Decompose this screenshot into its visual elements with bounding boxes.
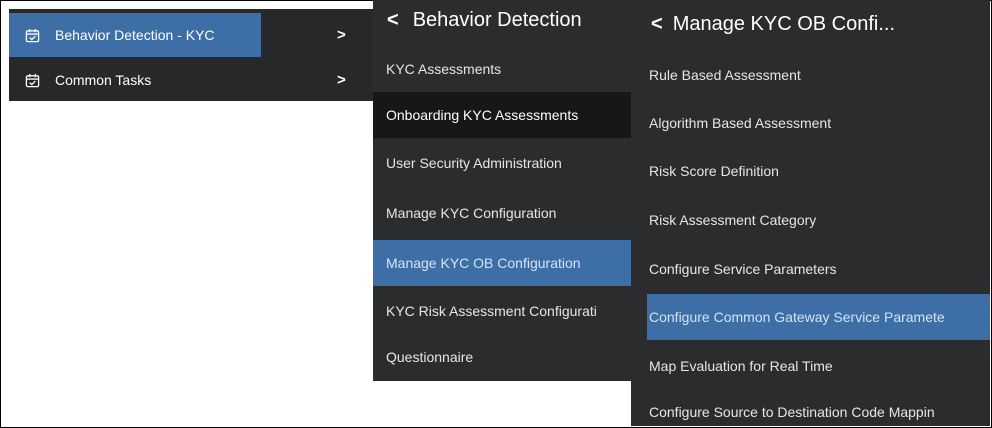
submenu-item-configure-source-to-destination-code-mapping[interactable]: Configure Source to Destination Code Map… bbox=[631, 389, 990, 426]
submenu-item-label: KYC Risk Assessment Configurati bbox=[386, 303, 597, 319]
submenu-item-label: Manage KYC OB Configuration bbox=[386, 255, 581, 271]
submenu-item-label: Configure Source to Destination Code Map… bbox=[649, 404, 935, 420]
calendar-check-icon bbox=[24, 27, 40, 43]
submenu-item-risk-assessment-category[interactable]: Risk Assessment Category bbox=[631, 197, 990, 243]
submenu-item-kyc-risk-assessment-configuration[interactable]: KYC Risk Assessment Configurati bbox=[373, 288, 631, 334]
behavior-detection-submenu: < Behavior Detection KYC Assessments Onb… bbox=[373, 0, 631, 381]
top-level-menu: Behavior Detection - KYC > Common Tasks … bbox=[9, 9, 373, 101]
calendar-check-icon bbox=[24, 72, 40, 88]
submenu-header: < Manage KYC OB Confi... bbox=[631, 0, 990, 48]
submenu-item-kyc-assessments[interactable]: KYC Assessments bbox=[373, 46, 631, 92]
back-chevron-icon[interactable]: < bbox=[651, 13, 663, 36]
submenu-item-algorithm-based-assessment[interactable]: Algorithm Based Assessment bbox=[631, 100, 990, 146]
submenu-item-label: Questionnaire bbox=[386, 349, 474, 365]
submenu-item-label: Manage KYC Configuration bbox=[386, 205, 557, 221]
submenu-title: Behavior Detection bbox=[412, 8, 582, 31]
submenu-item-user-security-administration[interactable]: User Security Administration bbox=[373, 140, 631, 186]
chevron-right-icon: > bbox=[337, 71, 346, 89]
submenu-item-label: User Security Administration bbox=[386, 155, 562, 171]
submenu-item-label: Onboarding KYC Assessments bbox=[386, 107, 579, 123]
submenu-item-rule-based-assessment[interactable]: Rule Based Assessment bbox=[631, 52, 990, 98]
submenu-item-manage-kyc-ob-configuration[interactable]: Manage KYC OB Configuration bbox=[373, 240, 631, 286]
submenu-item-label: Risk Assessment Category bbox=[649, 212, 817, 228]
submenu-item-manage-kyc-configuration[interactable]: Manage KYC Configuration bbox=[373, 190, 631, 236]
submenu-item-label: Configure Service Parameters bbox=[649, 261, 837, 277]
chevron-right-icon: > bbox=[337, 26, 346, 44]
submenu-item-label: Map Evaluation for Real Time bbox=[649, 358, 833, 374]
submenu-item-label: Algorithm Based Assessment bbox=[649, 115, 832, 131]
menu-item-common-tasks[interactable]: Common Tasks > bbox=[9, 58, 373, 102]
submenu-item-map-evaluation-for-real-time[interactable]: Map Evaluation for Real Time bbox=[631, 343, 990, 389]
submenu-item-label: KYC Assessments bbox=[386, 61, 502, 77]
submenu-header: < Behavior Detection bbox=[373, 0, 631, 40]
menu-item-label: Behavior Detection - KYC bbox=[55, 27, 215, 43]
submenu-item-label: Configure Common Gateway Service Paramet… bbox=[649, 309, 945, 325]
manage-kyc-ob-configuration-submenu: < Manage KYC OB Confi... Rule Based Asse… bbox=[631, 0, 990, 426]
submenu-item-onboarding-kyc-assessments[interactable]: Onboarding KYC Assessments bbox=[373, 92, 631, 138]
submenu-item-risk-score-definition[interactable]: Risk Score Definition bbox=[631, 148, 990, 194]
menu-item-behavior-detection-kyc[interactable]: Behavior Detection - KYC > bbox=[9, 13, 373, 57]
submenu-item-configure-service-parameters[interactable]: Configure Service Parameters bbox=[631, 246, 990, 292]
menu-item-label: Common Tasks bbox=[55, 72, 152, 88]
submenu-item-label: Rule Based Assessment bbox=[649, 67, 801, 83]
back-chevron-icon[interactable]: < bbox=[387, 10, 399, 30]
submenu-item-configure-common-gateway-service-parameters[interactable]: Configure Common Gateway Service Paramet… bbox=[647, 294, 990, 340]
submenu-title: Manage KYC OB Confi... bbox=[672, 12, 896, 35]
submenu-item-questionnaire[interactable]: Questionnaire bbox=[373, 334, 631, 380]
submenu-item-label: Risk Score Definition bbox=[649, 163, 779, 179]
